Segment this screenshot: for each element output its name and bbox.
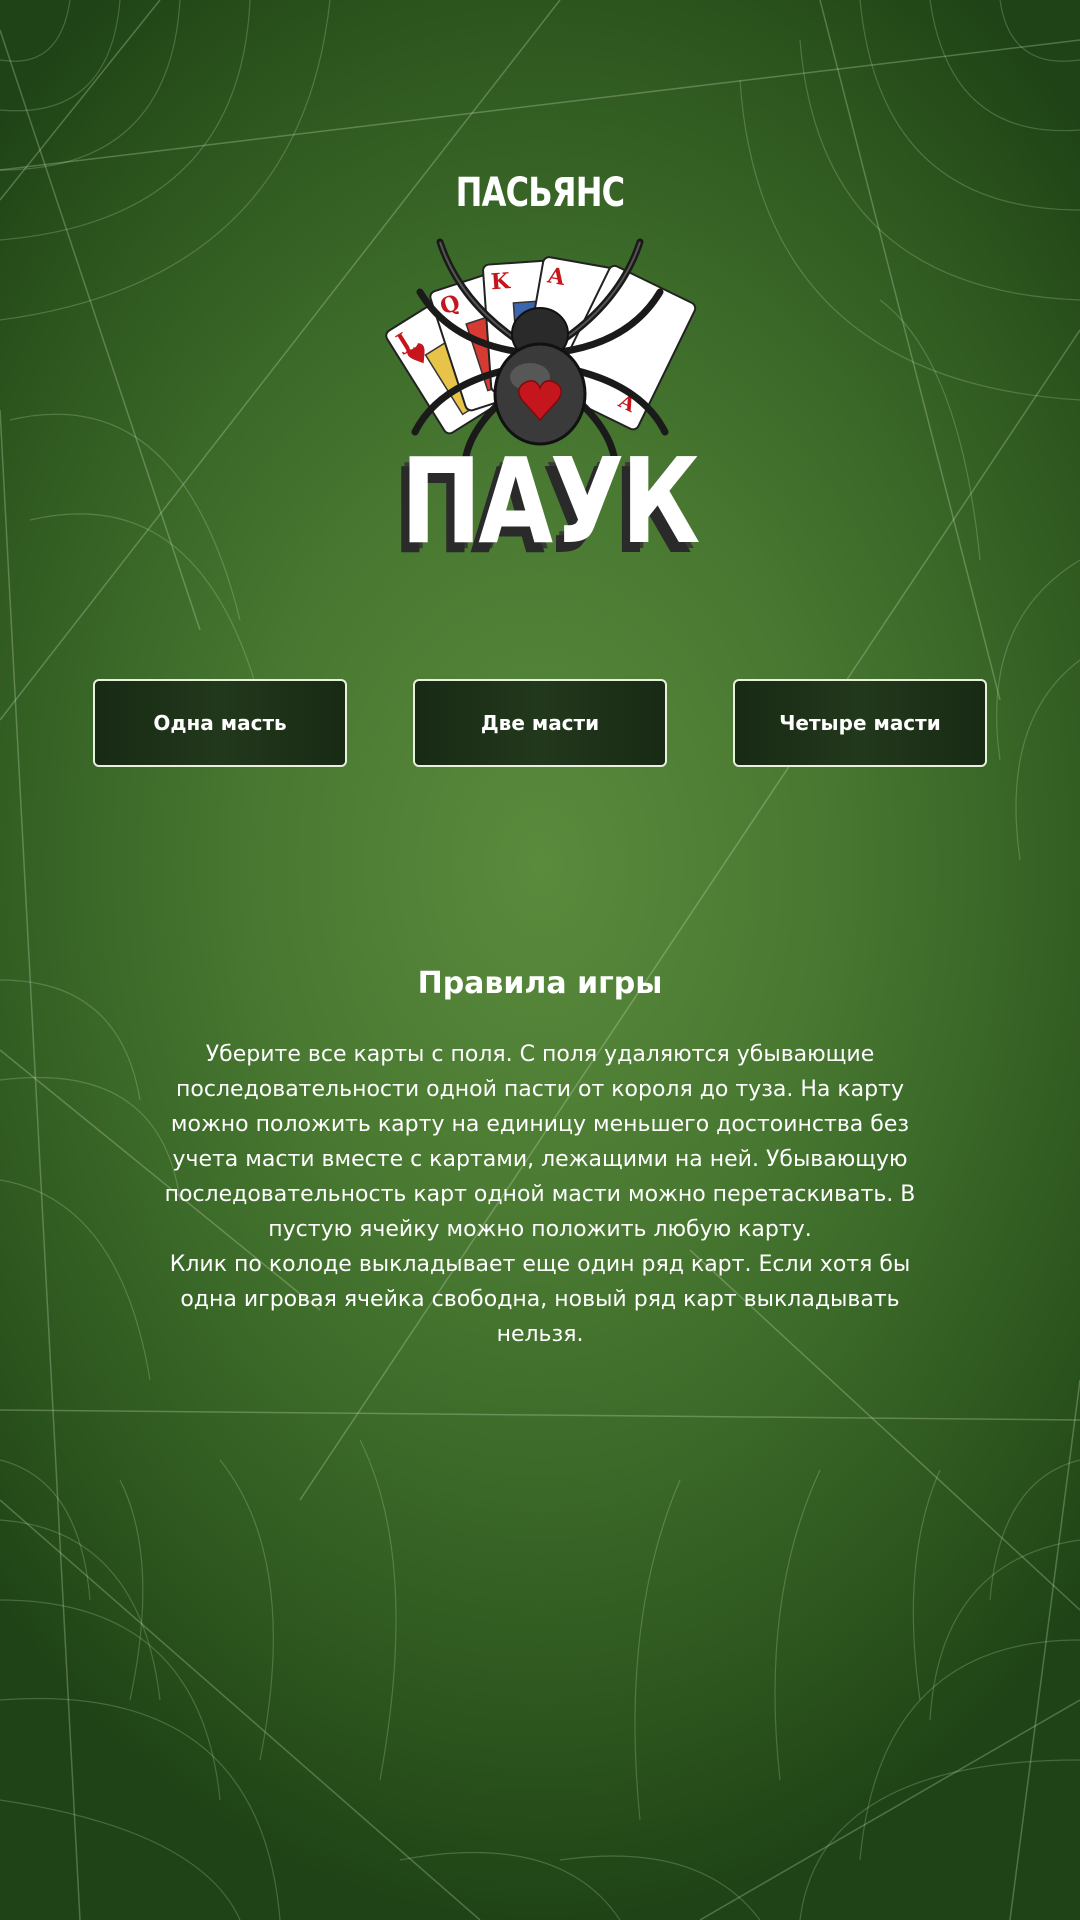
svg-text:K: K xyxy=(490,268,512,295)
one-suit-button[interactable]: Одна масть xyxy=(93,679,347,767)
rules-paragraph-2: Клик по колоде выкладывает еще один ряд … xyxy=(169,1252,911,1347)
logo-main-text: ПАУК xyxy=(400,432,701,570)
spider-cards-icon: J Q K A A xyxy=(385,238,697,462)
rules-title: Правила игры xyxy=(417,966,663,1001)
rules-paragraph-1: Уберите все карты с поля. С поля удаляют… xyxy=(164,1042,916,1242)
logo-top-text: ПАСЬЯНС xyxy=(455,170,626,216)
game-logo: ПАСЬЯНС J Q K A A ПАУК xyxy=(370,170,710,570)
rules-text: Уберите все карты с поля. С поля удаляют… xyxy=(160,1037,920,1352)
two-suits-button[interactable]: Две масти xyxy=(413,679,667,767)
four-suits-button[interactable]: Четыре масти xyxy=(733,679,987,767)
